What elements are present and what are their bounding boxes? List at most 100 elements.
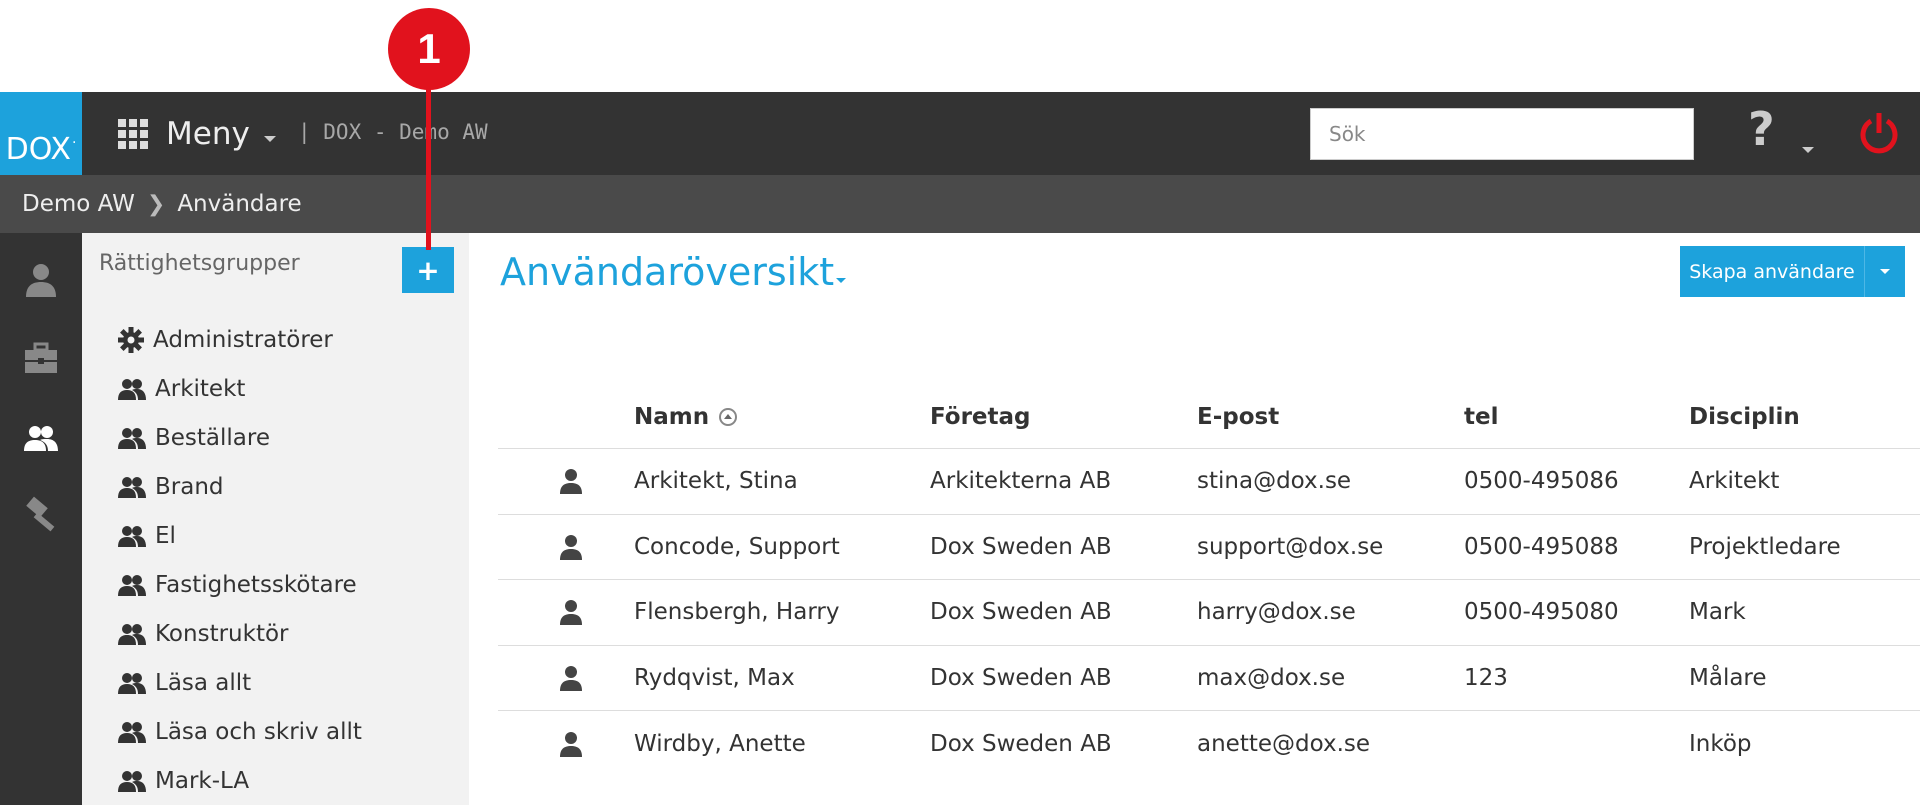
group-label: Administratörer [153, 326, 333, 353]
table-row[interactable]: Wirdby, Anette Dox Sweden AB anette@dox.se… [498, 711, 1920, 777]
table-row[interactable]: Concode, Support Dox Sweden AB support@dox… [498, 515, 1920, 580]
power-icon[interactable] [1858, 112, 1900, 154]
search-input[interactable] [1310, 108, 1694, 160]
group-label: Mark-LA [155, 767, 250, 794]
group-item-el[interactable]: El [117, 511, 362, 560]
row-icon-cell [498, 467, 634, 495]
users-icon [118, 378, 146, 400]
cell-company: Arkitekterna AB [930, 468, 1112, 495]
menu-label: Meny [166, 115, 250, 152]
group-item-konstruktor[interactable]: Konstruktör [117, 609, 362, 658]
user-icon[interactable] [22, 261, 60, 299]
cell-discipline: Projektledare [1689, 533, 1841, 560]
cell-email: harry@dox.se [1197, 599, 1356, 626]
cell-name: Flensbergh, Harry [634, 599, 840, 626]
table-row[interactable]: Arkitekt, Stina Arkitekterna AB stina@dox.… [498, 449, 1920, 515]
cell-name: Concode, Support [634, 533, 840, 560]
create-user-button[interactable]: Skapa användare [1680, 246, 1865, 297]
briefcase-icon[interactable] [22, 339, 60, 377]
chevron-right-icon: ❯ [146, 191, 166, 217]
cell-tel: 0500-495086 [1464, 468, 1619, 495]
cell-email: max@dox.se [1197, 664, 1346, 691]
help-chevron-down-icon[interactable] [1802, 147, 1814, 153]
users-icon [118, 525, 146, 547]
chevron-down-icon [263, 135, 276, 142]
group-item-mark-la[interactable]: Mark-LA [117, 756, 362, 805]
group-label: Läsa och skriv allt [155, 718, 362, 745]
users-icon [118, 574, 146, 596]
group-list: Administratörer Arkitekt Beställare Bran… [117, 315, 362, 805]
column-header-name[interactable]: Namn [634, 404, 930, 430]
user-icon [560, 665, 582, 691]
table-row[interactable]: Rydqvist, Max Dox Sweden AB max@dox.se 123 M… [498, 646, 1920, 711]
sort-ascending-icon[interactable] [719, 407, 738, 426]
column-header-company[interactable]: Företag [930, 404, 1197, 430]
row-icon-cell [498, 598, 634, 626]
page-title-text: Användaröversikt [500, 250, 835, 294]
group-item-lasa-och-skriv-allt[interactable]: Läsa och skriv allt [117, 707, 362, 756]
table-row[interactable]: Flensbergh, Harry Dox Sweden AB harry@dox.… [498, 580, 1920, 646]
users-icon [118, 721, 146, 743]
users-table: Namn Företag E-post tel Disciplin Arkite… [498, 385, 1920, 777]
breadcrumb-item-users[interactable]: Användare [177, 191, 301, 217]
group-item-administratorer[interactable]: Administratörer [117, 315, 362, 364]
title-chevron-down-icon [836, 277, 847, 283]
menu-button[interactable]: Meny [118, 92, 276, 175]
hammer-icon[interactable] [22, 495, 60, 533]
dox-logo[interactable]: DOX · [0, 92, 82, 175]
column-header-discipline[interactable]: Disciplin [1689, 404, 1920, 430]
group-item-brand[interactable]: Brand [117, 462, 362, 511]
create-user-dropdown-toggle[interactable] [1865, 246, 1905, 297]
table-header: Namn Företag E-post tel Disciplin [498, 385, 1920, 449]
breadcrumb: Demo AW ❯ Användare [0, 175, 1920, 233]
create-user-button-group: Skapa användare [1680, 246, 1905, 297]
group-item-lasa-allt[interactable]: Läsa allt [117, 658, 362, 707]
cell-email: anette@dox.se [1197, 730, 1371, 757]
table-body: Arkitekt, Stina Arkitekterna AB stina@dox.… [498, 449, 1920, 777]
help-icon[interactable]: ? [1748, 102, 1775, 156]
user-icon [560, 534, 582, 560]
cell-tel: 0500-495088 [1464, 533, 1619, 560]
user-icon [560, 731, 582, 757]
cell-name: Arkitekt, Stina [634, 468, 798, 495]
users-icon [118, 623, 146, 645]
cell-discipline: Arkitekt [1689, 468, 1780, 495]
group-label: Arkitekt [155, 375, 246, 402]
apps-grid-icon [118, 118, 148, 149]
logo-dot: · [71, 135, 77, 151]
top-bar: DOX· Meny | DOX - Demo AW ? [0, 92, 1920, 175]
add-group-button[interactable]: + [402, 247, 454, 293]
users-icon [118, 770, 146, 792]
breadcrumb-item-demo-aw[interactable]: Demo AW [22, 191, 135, 217]
group-label: Konstruktör [155, 620, 289, 647]
cell-company: Dox Sweden AB [930, 533, 1112, 560]
group-label: Fastighetsskötare [155, 571, 357, 598]
cell-name: Wirdby, Anette [634, 730, 806, 757]
group-item-fastighetsskotare[interactable]: Fastighetsskötare [117, 560, 362, 609]
group-label: Brand [155, 473, 224, 500]
user-icon [560, 600, 582, 626]
cell-tel: 123 [1464, 664, 1508, 691]
column-header-label: Namn [634, 403, 710, 430]
users-icon[interactable] [22, 419, 60, 457]
column-header-email[interactable]: E-post [1197, 404, 1464, 430]
column-header-tel[interactable]: tel [1464, 404, 1689, 430]
cell-company: Dox Sweden AB [930, 599, 1112, 626]
logo-text: DOX [5, 132, 71, 167]
cell-discipline: Mark [1689, 599, 1746, 626]
users-icon [118, 427, 146, 449]
cell-discipline: Inköp [1689, 730, 1752, 757]
annotation-line [426, 88, 431, 250]
cell-email: support@dox.se [1197, 533, 1384, 560]
cell-company: Dox Sweden AB [930, 664, 1112, 691]
group-label: Beställare [155, 424, 270, 451]
users-icon [118, 476, 146, 498]
group-label: El [155, 522, 176, 549]
sidebar-rail [0, 233, 82, 805]
group-item-bestallare[interactable]: Beställare [117, 413, 362, 462]
row-icon-cell [498, 533, 634, 561]
cell-discipline: Målare [1689, 664, 1767, 691]
cell-tel: 0500-495080 [1464, 599, 1619, 626]
page-title[interactable]: Användaröversikt [500, 250, 847, 294]
group-item-arkitekt[interactable]: Arkitekt [117, 364, 362, 413]
